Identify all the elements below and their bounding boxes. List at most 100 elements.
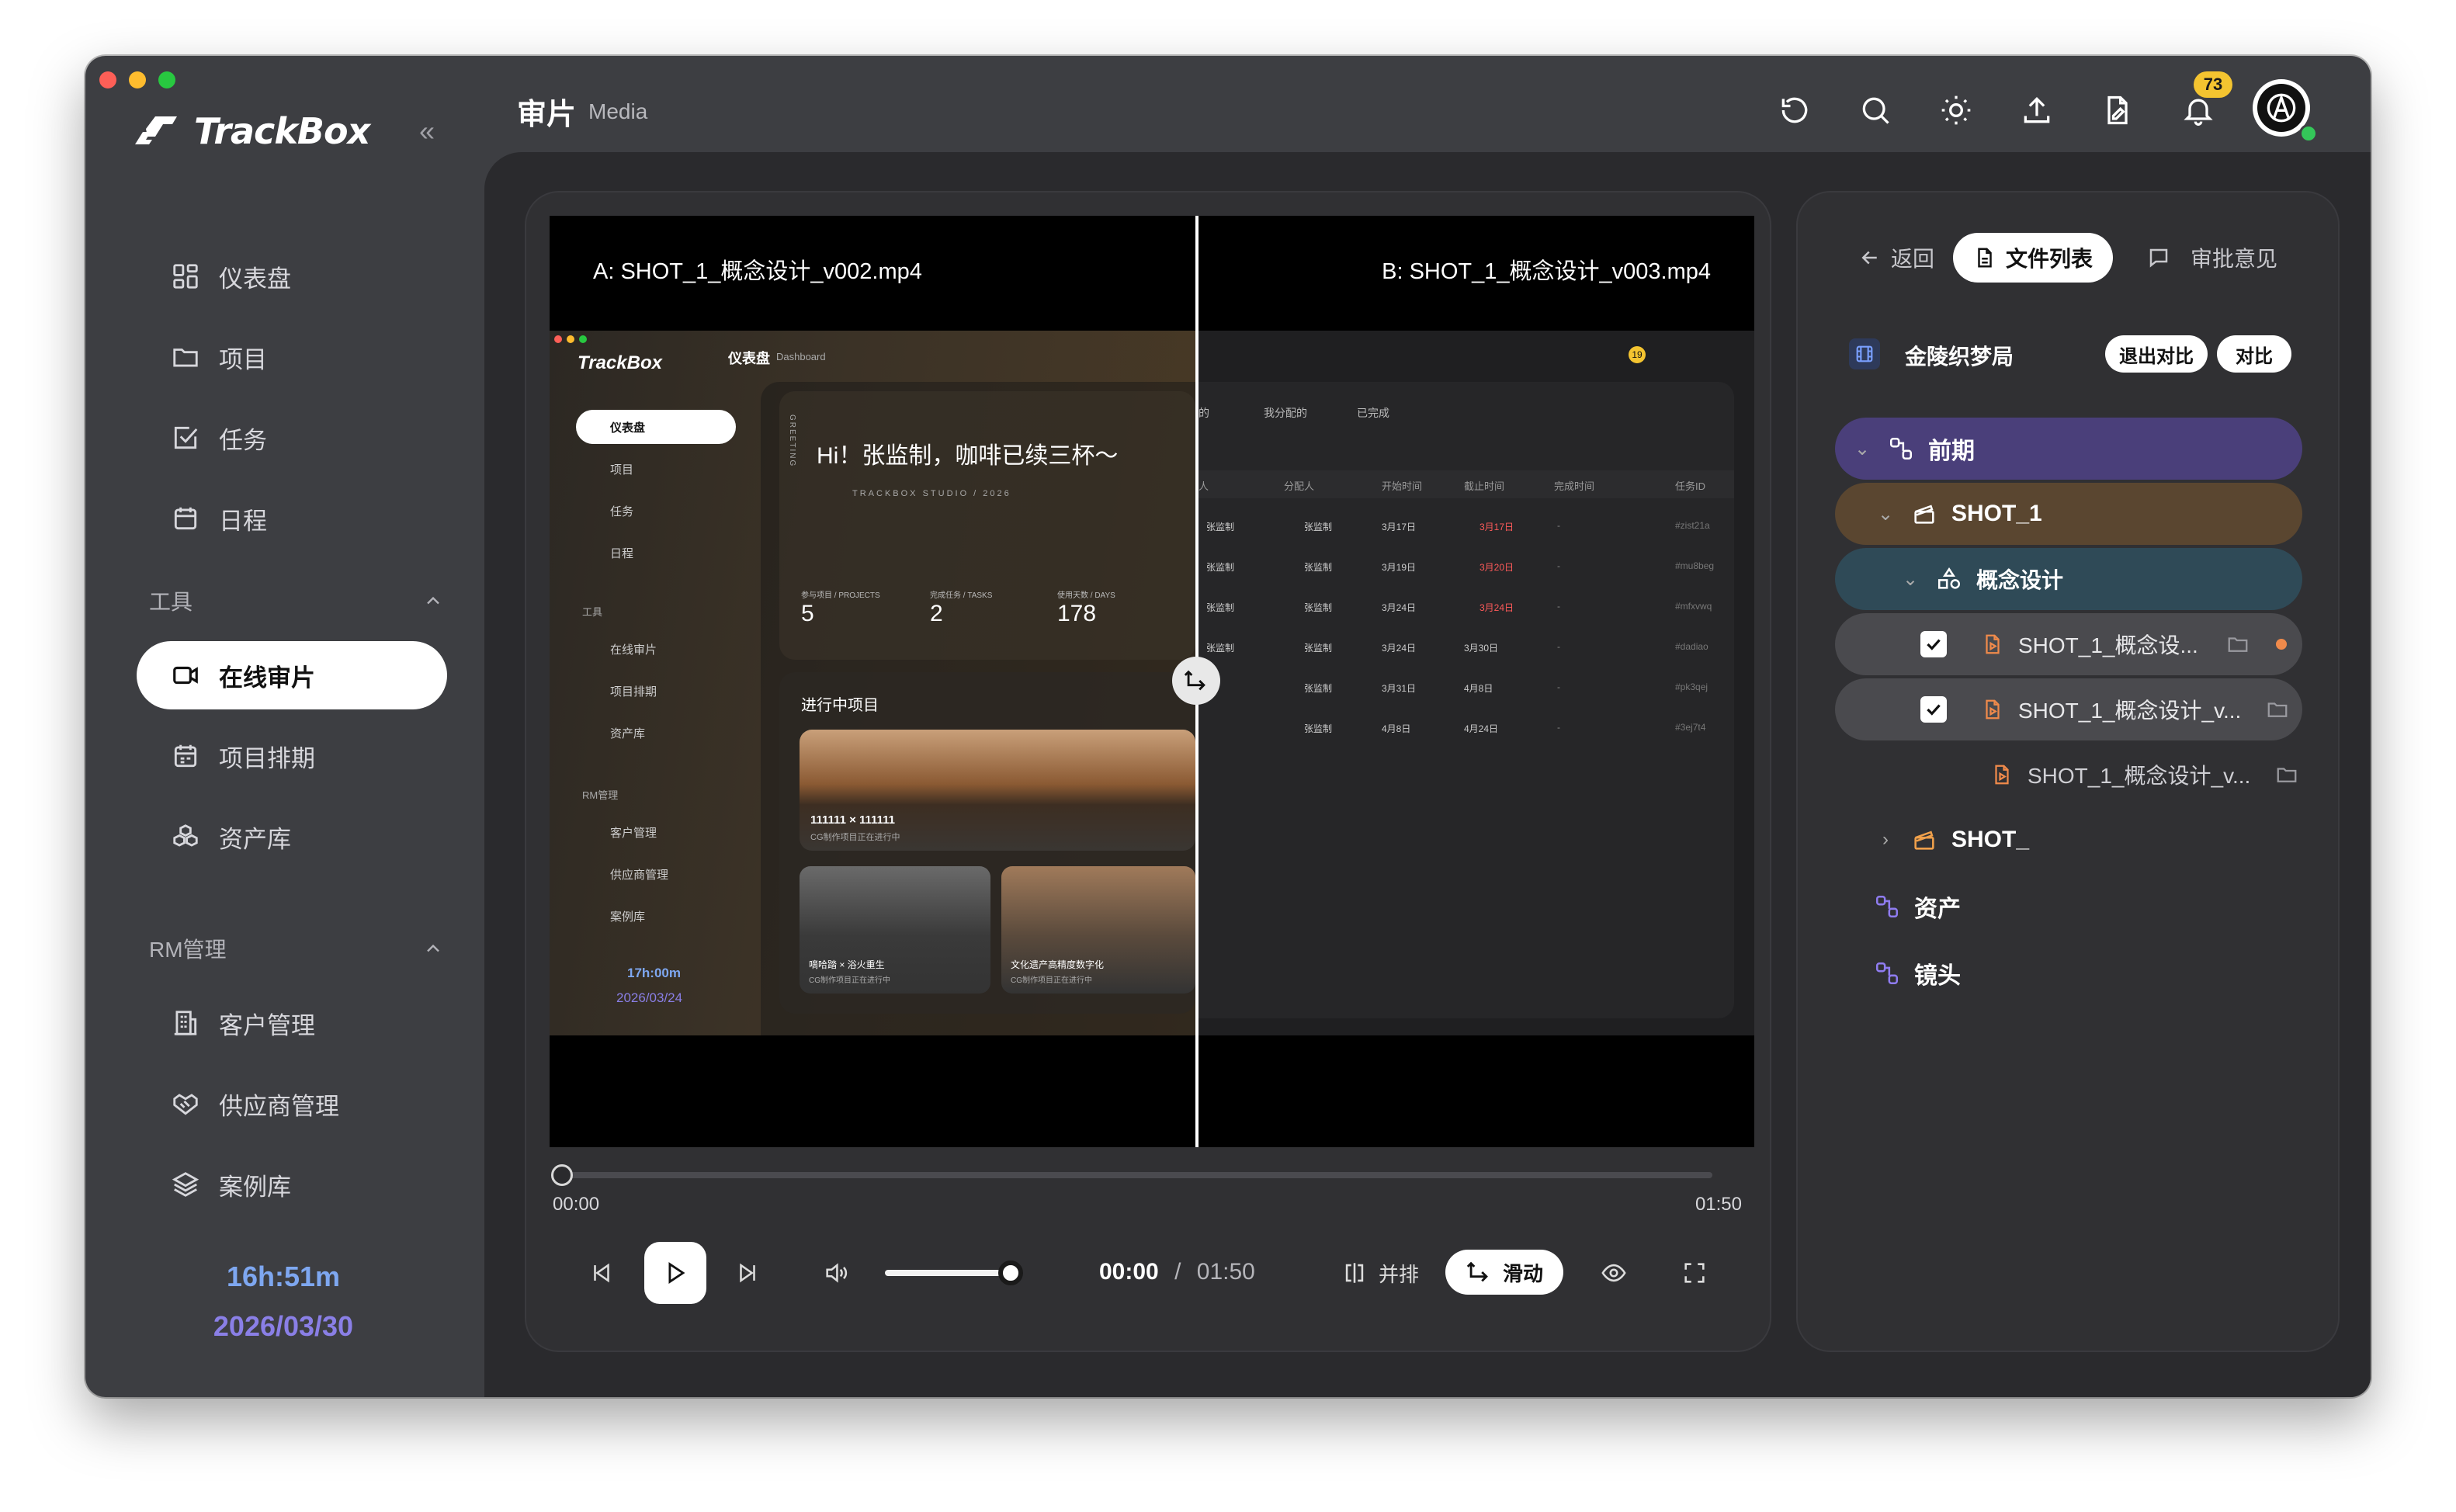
folder-open-icon[interactable]: [2275, 763, 2298, 786]
rm-section-header[interactable]: RM管理: [149, 933, 444, 964]
preview-brand: TrackBox: [578, 352, 662, 373]
preview-greeting-card: [779, 391, 1195, 660]
preview-row-1-start: 3月19日: [1382, 562, 1417, 573]
preview-col-0: 人: [1199, 480, 1209, 492]
video-icon: [173, 666, 198, 685]
tree-node-concept-label: 概念设计: [1976, 568, 2064, 592]
preview-project-2-name: 文化遗产高精度数字化: [1011, 959, 1105, 970]
previous-frame-button[interactable]: [588, 1242, 615, 1304]
sidebar-item-clients[interactable]: 客户管理: [137, 989, 447, 1057]
sidebar-item-case-library[interactable]: 案例库: [137, 1150, 447, 1219]
version-a-label: A: SHOT_1_概念设计_v002.mp4: [593, 259, 922, 284]
preview-row-5-due: 4月24日: [1464, 723, 1499, 734]
fullscreen-button[interactable]: [1681, 1242, 1708, 1304]
compare-slider-handle[interactable]: [1172, 657, 1220, 705]
search-button[interactable]: [1858, 93, 1892, 127]
tab-approval-comments[interactable]: 审批意见: [2147, 233, 2277, 283]
session-timer: 16h:51m: [226, 1261, 341, 1292]
compare-button[interactable]: 对比: [2217, 335, 2291, 373]
preview-row-3-due: 3月30日: [1464, 643, 1499, 654]
volume-button[interactable]: [823, 1242, 849, 1304]
notifications-button[interactable]: [2181, 93, 2215, 127]
tree-file-2[interactable]: SHOT_1_概念设计_v...: [1835, 678, 2302, 740]
preview-stat-1-label: 完成任务 / TASKS: [930, 591, 993, 600]
preview-rm-0: 客户管理: [610, 827, 657, 840]
tree-node-pre[interactable]: ⌄ 前期: [1835, 418, 2302, 480]
timecode: 00:00 / 01:50: [1099, 1259, 1255, 1285]
preview-stat-0-label: 参与项目 / PROJECTS: [801, 591, 880, 600]
sidebar-item-label: 项目: [219, 345, 267, 373]
swap-arrows-icon: [1466, 1261, 1488, 1282]
upload-button[interactable]: [2020, 93, 2054, 127]
schedule-icon: [174, 744, 197, 768]
exit-compare-button[interactable]: 退出对比: [2105, 335, 2208, 373]
sidebar-item-tasks[interactable]: 任务: [137, 404, 447, 472]
file-edit-button[interactable]: [2100, 93, 2135, 127]
sidebar-item-dashboard[interactable]: 仪表盘: [137, 242, 447, 310]
preview-row-0-a: 张监制: [1206, 522, 1235, 532]
layers-icon: [172, 1172, 199, 1197]
play-button[interactable]: [644, 1242, 706, 1304]
file-1-checkbox[interactable]: [1920, 631, 1947, 657]
sidebar-item-label: 日程: [219, 507, 267, 535]
playback-timeline[interactable]: [562, 1172, 1712, 1178]
workflow-icon: [1875, 895, 1899, 918]
tree-file-3[interactable]: SHOT_1_概念设计_v...: [1835, 744, 2302, 806]
collapse-sidebar-button[interactable]: «: [419, 115, 435, 147]
preview-nav-3: 日程: [610, 547, 634, 560]
visibility-button[interactable]: [1601, 1242, 1627, 1304]
preview-nav-0: 仪表盘: [610, 421, 646, 435]
playback-scrubber[interactable]: [551, 1164, 573, 1186]
tree-node-assets[interactable]: 资产: [1835, 876, 2302, 938]
slide-compare-button[interactable]: 滑动: [1445, 1250, 1563, 1295]
fullscreen-icon: [1684, 1263, 1705, 1283]
side-by-side-button[interactable]: 并排: [1341, 1242, 1419, 1304]
frame-side-a: TrackBox 仪表盘 Dashboard 仪表盘 项目 任务 日程 工具 在…: [550, 331, 1195, 1035]
tree-node-shots[interactable]: 镜头: [1835, 942, 2302, 1004]
search-icon: [1862, 97, 1889, 124]
tree-file-1[interactable]: SHOT_1_概念设...: [1835, 613, 2302, 675]
sidebar-item-schedule[interactable]: 日程: [137, 484, 447, 553]
file-2-checkbox[interactable]: [1920, 696, 1947, 723]
tree-node-shot2[interactable]: › SHOT_: [1835, 809, 2302, 871]
sidebar-item-online-review[interactable]: 在线审片: [137, 641, 447, 709]
next-frame-button[interactable]: [734, 1242, 761, 1304]
sidebar-item-label: 客户管理: [219, 1011, 315, 1039]
preview-row-5-done: -: [1557, 722, 1560, 733]
video-compare-viewer: A: SHOT_1_概念设计_v002.mp4 B: SHOT_1_概念设计_v…: [525, 191, 1771, 1352]
video-player[interactable]: A: SHOT_1_概念设计_v002.mp4 B: SHOT_1_概念设计_v…: [550, 216, 1754, 1147]
sidebar-item-label: 在线审片: [219, 664, 315, 692]
folder-open-icon[interactable]: [2266, 698, 2289, 721]
tree-node-shot1-label: SHOT_1: [1951, 501, 2042, 526]
tools-section-header[interactable]: 工具: [149, 585, 444, 616]
file-panel: 返回 文件列表 审批意见 金陵织梦局 退出对比 对比 ⌄ 前期 ⌄ SHOT_1…: [1796, 191, 2340, 1352]
file-edit-icon: [2107, 95, 2128, 125]
tab-file-list[interactable]: 文件列表: [1953, 233, 2114, 283]
preview-tab-2: 已完成: [1357, 407, 1389, 419]
page-subtitle: Media: [588, 99, 648, 123]
volume-slider[interactable]: [885, 1270, 1011, 1276]
preview-clock-date: 2026/03/24: [616, 990, 683, 1005]
chevron-down-icon: ⌄: [1854, 438, 1871, 459]
preview-row-0-done: -: [1557, 520, 1560, 531]
sidebar-item-label: 项目排期: [219, 744, 315, 772]
preview-row-1-done: -: [1557, 560, 1560, 571]
video-file-icon: [1986, 634, 2000, 654]
refresh-button[interactable]: [1778, 93, 1812, 127]
volume-slider-knob[interactable]: [997, 1261, 1023, 1285]
folder-open-icon[interactable]: [2226, 633, 2250, 656]
sidebar-item-project-schedule[interactable]: 项目排期: [137, 722, 447, 790]
sidebar-item-asset-library[interactable]: 资产库: [137, 803, 447, 871]
tree-node-shot1[interactable]: ⌄ SHOT_1: [1835, 483, 2302, 545]
preview-tab-1: 我分配的: [1264, 407, 1307, 419]
sidebar-item-suppliers[interactable]: 供应商管理: [137, 1070, 447, 1138]
unsaved-dot: [2275, 639, 2287, 650]
sidebar-item-projects[interactable]: 项目: [137, 323, 447, 391]
back-button[interactable]: 返回: [1858, 233, 1934, 283]
file-1-name: SHOT_1_概念设...: [2018, 633, 2198, 657]
checkbox-icon: [174, 426, 198, 449]
brand-logo[interactable]: TrackBox: [132, 110, 370, 152]
theme-toggle-button[interactable]: [1939, 93, 1973, 127]
tree-node-concept[interactable]: ⌄ 概念设计: [1835, 548, 2302, 610]
preview-rm-2: 案例库: [610, 910, 646, 924]
